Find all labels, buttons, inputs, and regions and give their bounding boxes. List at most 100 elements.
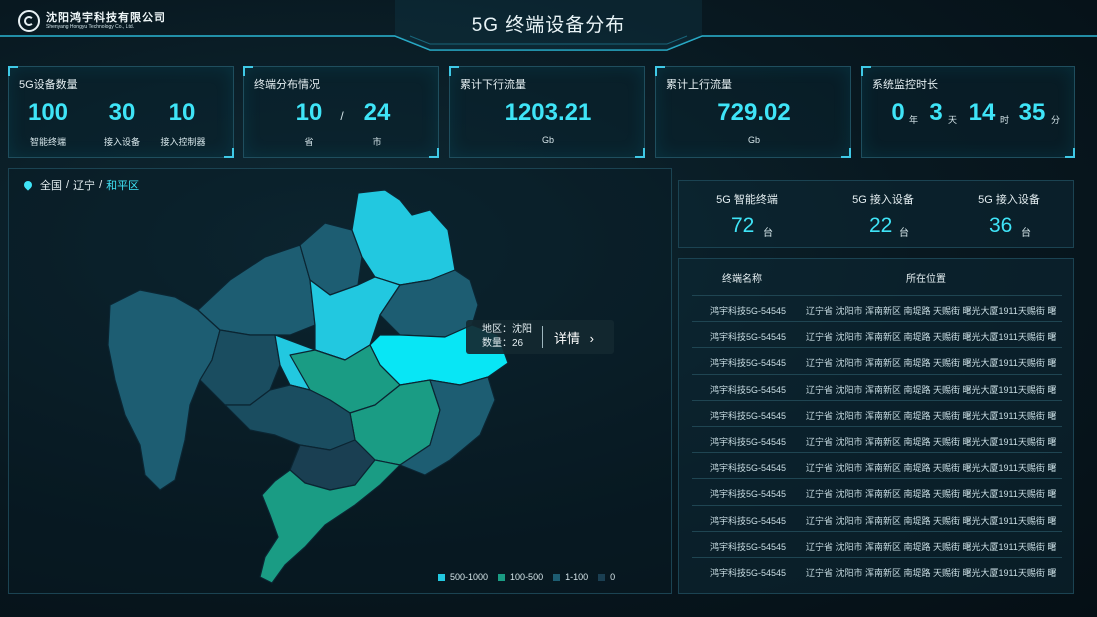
card-distribution: 终端分布情况 10 省 / 24 市 bbox=[243, 66, 439, 158]
access-controller-count: 10 bbox=[168, 99, 196, 126]
terminal-location: 辽宁省 沈阳市 浑南新区 南堤路 天赐街 曙光大厦1911天赐街 曙光... bbox=[806, 358, 1056, 369]
terminal-location: 辽宁省 沈阳市 浑南新区 南堤路 天赐街 曙光大厦1911天赐街 曙光... bbox=[806, 410, 1056, 421]
map-region-west[interactable] bbox=[107, 289, 221, 491]
summary-unit: 台 bbox=[1021, 228, 1031, 239]
tooltip-count: 数量：26 bbox=[482, 338, 524, 349]
tooltip-region: 地区：沈阳 bbox=[482, 324, 532, 335]
table-row[interactable]: 鸿宇科技5G-54545 辽宁省 沈阳市 浑南新区 南堤路 天赐街 曙光大厦191… bbox=[692, 399, 1062, 427]
access-controller-label: 接入控制器 bbox=[160, 137, 206, 147]
card-title: 终端分布情况 bbox=[254, 79, 320, 91]
uptime-years-unit: 年 bbox=[909, 115, 919, 125]
table-row[interactable]: 鸿宇科技5G-54545 辽宁省 沈阳市 浑南新区 南堤路 天赐街 曙光大厦191… bbox=[692, 504, 1062, 532]
card-title: 累计上行流量 bbox=[666, 79, 732, 91]
legend-item: 1-100 bbox=[553, 572, 588, 582]
legend-swatch bbox=[438, 573, 445, 581]
card-title: 5G设备数量 bbox=[19, 79, 78, 91]
city-count: 24 bbox=[363, 99, 391, 126]
breadcrumb-national[interactable]: 全国 bbox=[40, 177, 62, 193]
legend-item: 100-500 bbox=[498, 572, 543, 582]
breadcrumb-province[interactable]: 辽宁 bbox=[73, 177, 95, 193]
terminal-name: 鸿宇科技5G-54545 bbox=[710, 568, 787, 578]
table-row[interactable]: 鸿宇科技5G-54545 辽宁省 沈阳市 浑南新区 南堤路 天赐街 曙光大厦191… bbox=[692, 557, 1062, 584]
access-device-count: 30 bbox=[108, 99, 136, 126]
city-label: 市 bbox=[372, 137, 382, 147]
chevron-right-icon: › bbox=[589, 331, 594, 346]
map-legend: 500-1000 100-500 1-100 0 bbox=[438, 572, 615, 582]
table-row[interactable]: 鸿宇科技5G-54545 辽宁省 沈阳市 浑南新区 南堤路 天赐街 曙光大厦191… bbox=[692, 478, 1062, 505]
page-title: 5G 终端设备分布 bbox=[471, 15, 626, 36]
table-header-name: 终端名称 bbox=[722, 274, 762, 285]
terminal-name: 鸿宇科技5G-54545 bbox=[710, 306, 787, 316]
terminal-location: 辽宁省 沈阳市 浑南新区 南堤路 天赐街 曙光大厦1911天赐街 曙光... bbox=[806, 384, 1056, 395]
table-row[interactable]: 鸿宇科技5G-54545 辽宁省 沈阳市 浑南新区 南堤路 天赐街 曙光大厦191… bbox=[692, 530, 1062, 558]
card-title: 累计下行流量 bbox=[460, 79, 526, 91]
smart-terminal-count: 100 bbox=[27, 99, 69, 126]
location-pin-icon bbox=[22, 179, 34, 191]
card-title: 系统监控时长 bbox=[872, 79, 938, 91]
separator: / bbox=[340, 109, 344, 123]
summary-value: 72 bbox=[731, 214, 755, 237]
detail-button-label: 详情 bbox=[554, 331, 581, 346]
terminal-location: 辽宁省 沈阳市 浑南新区 南堤路 天赐街 曙光大厦1911天赐街 曙光... bbox=[806, 463, 1056, 474]
access-device-label: 接入设备 bbox=[103, 137, 140, 147]
terminal-name: 鸿宇科技5G-54545 bbox=[710, 463, 787, 474]
summary-label: 5G 接入设备 bbox=[852, 194, 914, 206]
summary-unit: 台 bbox=[899, 228, 909, 239]
legend-label: 1-100 bbox=[565, 572, 589, 582]
uptime-hours: 14 bbox=[968, 99, 996, 126]
card-uplink-traffic: 累计上行流量 729.02 Gb bbox=[655, 66, 851, 158]
table-row[interactable]: 鸿宇科技5G-54545 辽宁省 沈阳市 浑南新区 南堤路 天赐街 曙光大厦191… bbox=[692, 373, 1062, 401]
terminal-name: 鸿宇科技5G-54545 bbox=[710, 541, 787, 552]
terminal-name: 鸿宇科技5G-54545 bbox=[710, 384, 787, 395]
summary-label: 5G 接入设备 bbox=[978, 194, 1040, 206]
table-header-location: 所在位置 bbox=[906, 274, 946, 285]
uptime-minutes-unit: 分 bbox=[1051, 115, 1061, 125]
province-count: 10 bbox=[295, 99, 323, 126]
table-row[interactable]: 鸿宇科技5G-54545 辽宁省 沈阳市 浑南新区 南堤路 天赐街 曙光大厦191… bbox=[692, 452, 1062, 479]
terminal-name: 鸿宇科技5G-54545 bbox=[710, 410, 787, 421]
smart-terminal-label: 智能终端 bbox=[29, 137, 66, 147]
downlink-value: 1203.21 bbox=[504, 99, 592, 126]
terminal-location: 辽宁省 沈阳市 浑南新区 南堤路 天赐街 曙光大厦1911天赐街 曙光... bbox=[806, 515, 1056, 526]
summary-label: 5G 智能终端 bbox=[716, 194, 778, 206]
terminal-name: 鸿宇科技5G-54545 bbox=[710, 437, 787, 447]
terminal-location: 辽宁省 沈阳市 浑南新区 南堤路 天赐街 曙光大厦1911天赐街 曙光... bbox=[806, 541, 1056, 552]
uptime-minutes: 35 bbox=[1018, 99, 1046, 126]
terminal-name: 鸿宇科技5G-54545 bbox=[710, 358, 787, 369]
terminal-name: 鸿宇科技5G-54545 bbox=[710, 515, 787, 526]
uplink-unit: Gb bbox=[747, 135, 760, 145]
terminal-location: 辽宁省 沈阳市 浑南新区 南堤路 天赐街 曙光大厦1911天赐街 曙光... bbox=[806, 489, 1056, 500]
table-row[interactable]: 鸿宇科技5G-54545 辽宁省 沈阳市 浑南新区 南堤路 天赐街 曙光大厦191… bbox=[692, 295, 1062, 322]
table-row[interactable]: 鸿宇科技5G-54545 辽宁省 沈阳市 浑南新区 南堤路 天赐街 曙光大厦191… bbox=[692, 321, 1062, 348]
legend-item: 500-1000 bbox=[438, 572, 488, 582]
map-region-northwest[interactable] bbox=[197, 244, 316, 336]
table-row[interactable]: 鸿宇科技5G-54545 辽宁省 沈阳市 浑南新区 南堤路 天赐街 曙光大厦191… bbox=[692, 347, 1062, 374]
downlink-unit: Gb bbox=[541, 135, 554, 145]
summary-value: 36 bbox=[989, 214, 1013, 237]
legend-item: 0 bbox=[598, 572, 615, 582]
uptime-days-unit: 天 bbox=[948, 115, 958, 125]
table-row[interactable]: 鸿宇科技5G-54545 辽宁省 沈阳市 浑南新区 南堤路 天赐街 曙光大厦191… bbox=[692, 426, 1062, 453]
summary-value: 22 bbox=[869, 214, 893, 237]
tooltip-divider bbox=[542, 326, 543, 348]
legend-label: 100-500 bbox=[510, 572, 544, 582]
terminal-name: 鸿宇科技5G-54545 bbox=[710, 489, 787, 500]
terminal-location: 辽宁省 沈阳市 浑南新区 南堤路 天赐街 曙光大厦1911天赐街 曙光... bbox=[806, 332, 1056, 343]
legend-swatch bbox=[553, 573, 561, 581]
legend-label: 0 bbox=[610, 572, 616, 582]
legend-label: 500-1000 bbox=[450, 572, 489, 582]
province-label: 省 bbox=[304, 137, 314, 147]
card-device-count: 5G设备数量 100 智能终端 30 接入设备 10 接入控制器 bbox=[8, 66, 234, 158]
uptime-days: 3 bbox=[929, 99, 943, 126]
terminal-name: 鸿宇科技5G-54545 bbox=[710, 332, 787, 343]
region-tooltip: 地区：沈阳 数量：26 详情 › bbox=[466, 320, 614, 354]
breadcrumb-separator: / bbox=[66, 179, 70, 191]
card-downlink-traffic: 累计下行流量 1203.21 Gb bbox=[449, 66, 645, 158]
detail-button[interactable]: 详情 › bbox=[554, 328, 594, 347]
legend-swatch bbox=[498, 573, 506, 581]
uptime-hours-unit: 时 bbox=[1000, 115, 1010, 125]
terminal-location: 辽宁省 沈阳市 浑南新区 南堤路 天赐街 曙光大厦1911天赐街 曙光... bbox=[806, 437, 1056, 447]
uplink-value: 729.02 bbox=[717, 99, 791, 126]
map-region-north-top[interactable] bbox=[351, 189, 456, 286]
terminal-location: 辽宁省 沈阳市 浑南新区 南堤路 天赐街 曙光大厦1911天赐街 曙光... bbox=[806, 568, 1056, 578]
